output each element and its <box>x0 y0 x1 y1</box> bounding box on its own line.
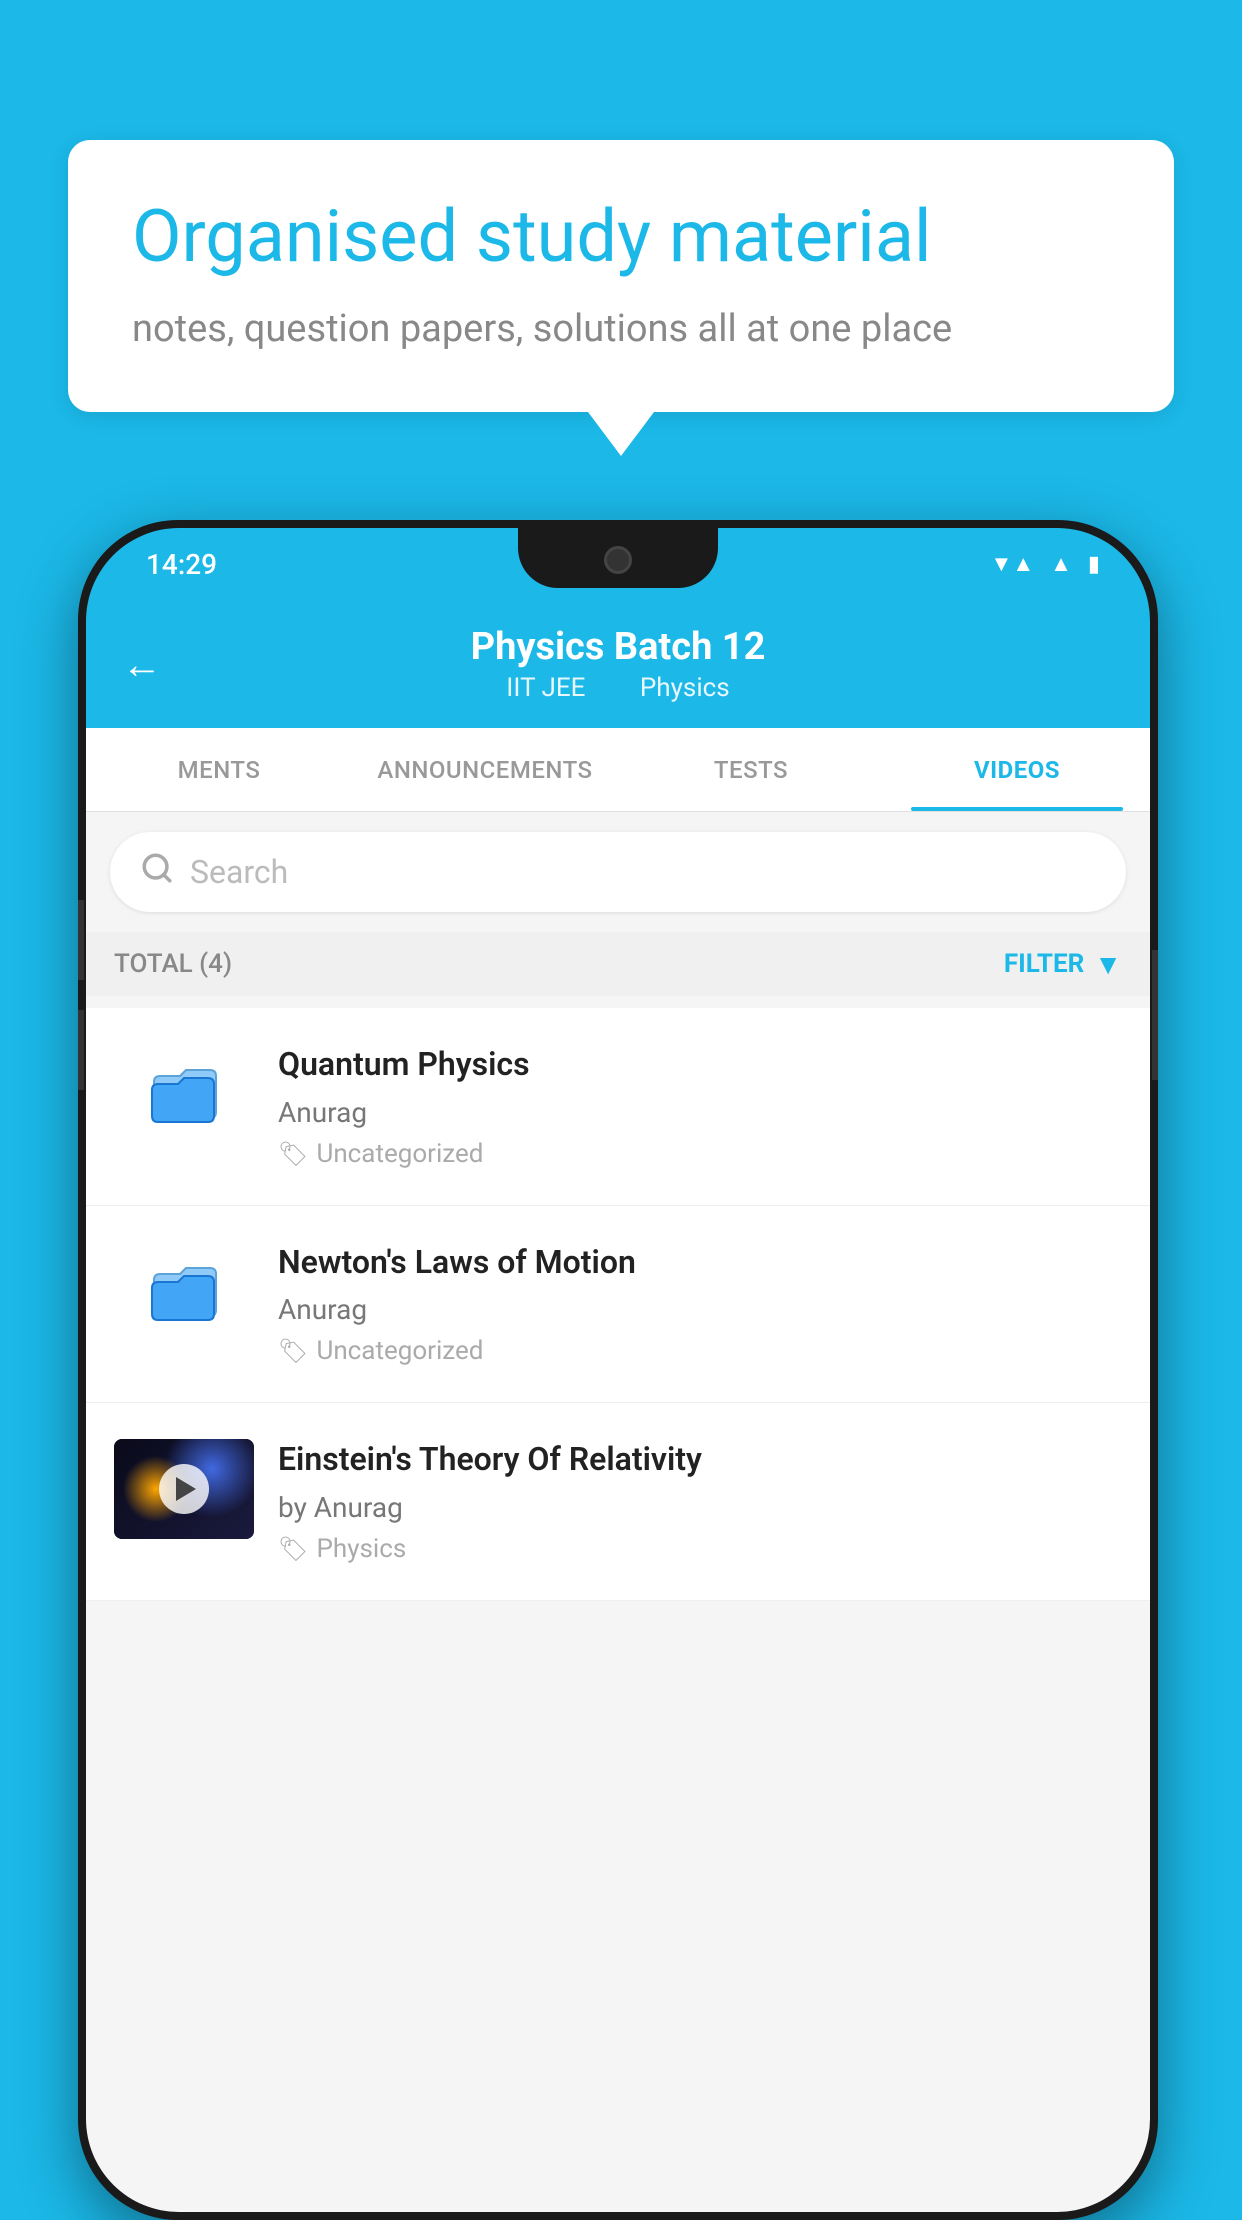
volume-down-button[interactable] <box>78 1010 84 1090</box>
video-author-3: by Anurag <box>278 1491 1122 1524</box>
speech-bubble: Organised study material notes, question… <box>68 140 1174 412</box>
speech-bubble-subtitle: notes, question papers, solutions all at… <box>132 303 1110 356</box>
phone-frame: 14:29 ▼▲ ▲ ▮ ← Physics Batch 12 IIT JEE … <box>78 520 1158 2220</box>
video-tag-text-2: Uncategorized <box>316 1336 483 1366</box>
video-info-3: Einstein's Theory Of Relativity by Anura… <box>278 1439 1122 1564</box>
video-info-1: Quantum Physics Anurag 🏷 Uncategorized <box>278 1044 1122 1169</box>
video-thumbnail-1 <box>114 1044 254 1144</box>
phone-notch <box>518 528 718 588</box>
filter-icon: ▼ <box>1094 948 1122 981</box>
status-time: 14:29 <box>136 548 217 581</box>
speech-bubble-title: Organised study material <box>132 196 1110 279</box>
video-info-2: Newton's Laws of Motion Anurag 🏷 Uncateg… <box>278 1242 1122 1367</box>
video-list: Quantum Physics Anurag 🏷 Uncategorized <box>86 1008 1150 1601</box>
tab-bar: MENTS ANNOUNCEMENTS TESTS VIDEOS <box>86 728 1150 812</box>
video-item-1[interactable]: Quantum Physics Anurag 🏷 Uncategorized <box>86 1008 1150 1206</box>
video-tag-3: 🏷 Physics <box>278 1534 1122 1564</box>
video-author-2: Anurag <box>278 1293 1122 1326</box>
content-area: Search TOTAL (4) FILTER ▼ <box>86 812 1150 2212</box>
signal-icon: ▲ <box>1050 551 1072 577</box>
speech-bubble-container: Organised study material notes, question… <box>68 140 1174 412</box>
power-button[interactable] <box>1152 950 1158 1080</box>
tab-ments[interactable]: MENTS <box>86 728 352 811</box>
battery-icon: ▮ <box>1088 552 1100 577</box>
camera <box>604 546 632 574</box>
status-icons: ▼▲ ▲ ▮ <box>991 551 1100 577</box>
filter-label: FILTER <box>1004 949 1084 979</box>
volume-up-button[interactable] <box>78 900 84 980</box>
video-tag-text-3: Physics <box>316 1534 406 1564</box>
search-placeholder: Search <box>190 853 288 891</box>
header-title: Physics Batch 12 <box>471 625 766 669</box>
search-bar[interactable]: Search <box>110 832 1126 912</box>
header-title-block: Physics Batch 12 IIT JEE Physics <box>471 625 766 703</box>
play-button[interactable] <box>159 1464 209 1514</box>
search-icon <box>140 851 174 894</box>
tag-icon-3: 🏷 <box>278 1535 308 1563</box>
video-item-3[interactable]: Einstein's Theory Of Relativity by Anura… <box>86 1403 1150 1601</box>
video-tag-1: 🏷 Uncategorized <box>278 1139 1122 1169</box>
header-subtitle-part1: IIT JEE <box>506 673 585 703</box>
video-title-3: Einstein's Theory Of Relativity <box>278 1439 1122 1481</box>
wifi-icon: ▼▲ <box>991 551 1035 577</box>
tag-icon-1: 🏷 <box>278 1140 308 1168</box>
video-author-1: Anurag <box>278 1096 1122 1129</box>
tab-tests[interactable]: TESTS <box>618 728 884 811</box>
video-title-1: Quantum Physics <box>278 1044 1122 1086</box>
video-tag-text-1: Uncategorized <box>316 1139 483 1169</box>
tab-videos[interactable]: VIDEOS <box>884 728 1150 811</box>
app-header: ← Physics Batch 12 IIT JEE Physics <box>86 600 1150 728</box>
tab-announcements[interactable]: ANNOUNCEMENTS <box>352 728 618 811</box>
filter-button[interactable]: FILTER ▼ <box>1004 948 1122 981</box>
header-subtitle-part2: Physics <box>640 673 730 703</box>
video-thumbnail-3 <box>114 1439 254 1539</box>
back-button[interactable]: ← <box>122 641 162 688</box>
header-subtitle: IIT JEE Physics <box>471 673 766 703</box>
phone-inner: 14:29 ▼▲ ▲ ▮ ← Physics Batch 12 IIT JEE … <box>86 528 1150 2212</box>
total-label: TOTAL (4) <box>114 949 232 979</box>
video-item-2[interactable]: Newton's Laws of Motion Anurag 🏷 Uncateg… <box>86 1206 1150 1404</box>
filter-bar: TOTAL (4) FILTER ▼ <box>86 932 1150 996</box>
play-icon <box>176 1477 196 1501</box>
video-tag-2: 🏷 Uncategorized <box>278 1336 1122 1366</box>
video-title-2: Newton's Laws of Motion <box>278 1242 1122 1284</box>
video-thumbnail-2 <box>114 1242 254 1342</box>
tag-icon-2: 🏷 <box>278 1337 308 1365</box>
